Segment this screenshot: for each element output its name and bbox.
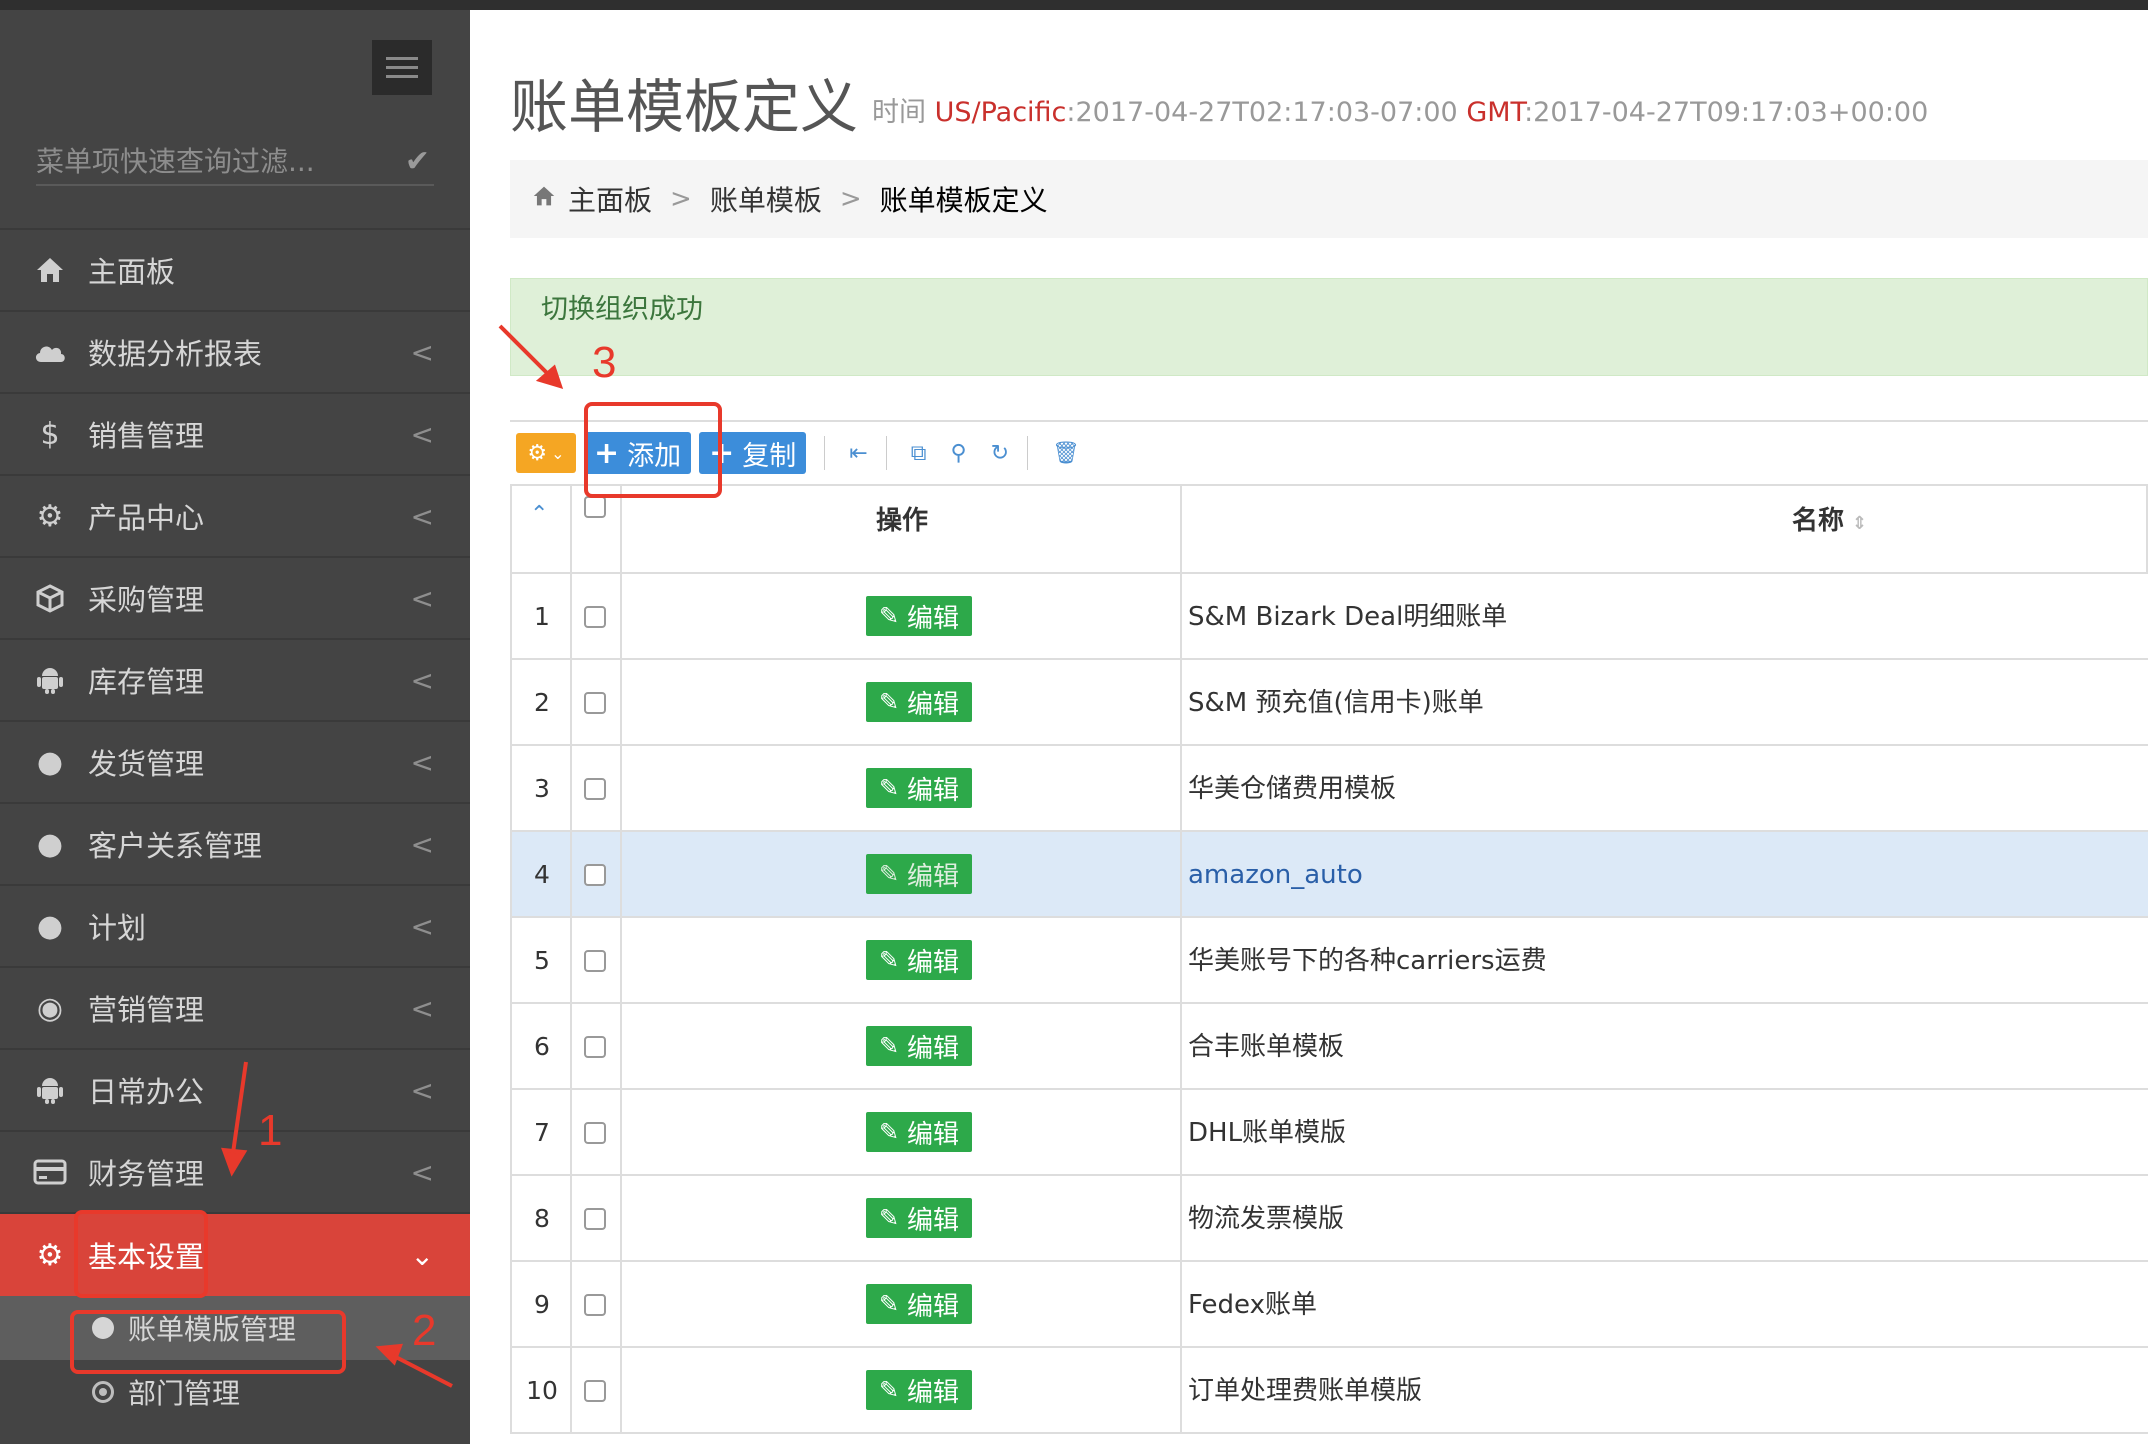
annotation-arrowhead-1 (221, 1147, 248, 1177)
annotation-number-3: 3 (592, 338, 617, 387)
annotation-box-1 (74, 1210, 208, 1298)
annotation-overlay (221, 324, 564, 1388)
annotation-arrowhead-2 (375, 1343, 404, 1366)
annotation-number-1: 1 (258, 1106, 283, 1155)
annotation-arrow-2 (389, 1352, 453, 1388)
annotation-number-2: 2 (412, 1306, 437, 1355)
annotation-arrow-3 (498, 324, 554, 380)
annotation-box-3 (584, 402, 722, 498)
annotation-box-2 (70, 1310, 346, 1374)
annotation-arrow-1 (230, 1061, 248, 1161)
